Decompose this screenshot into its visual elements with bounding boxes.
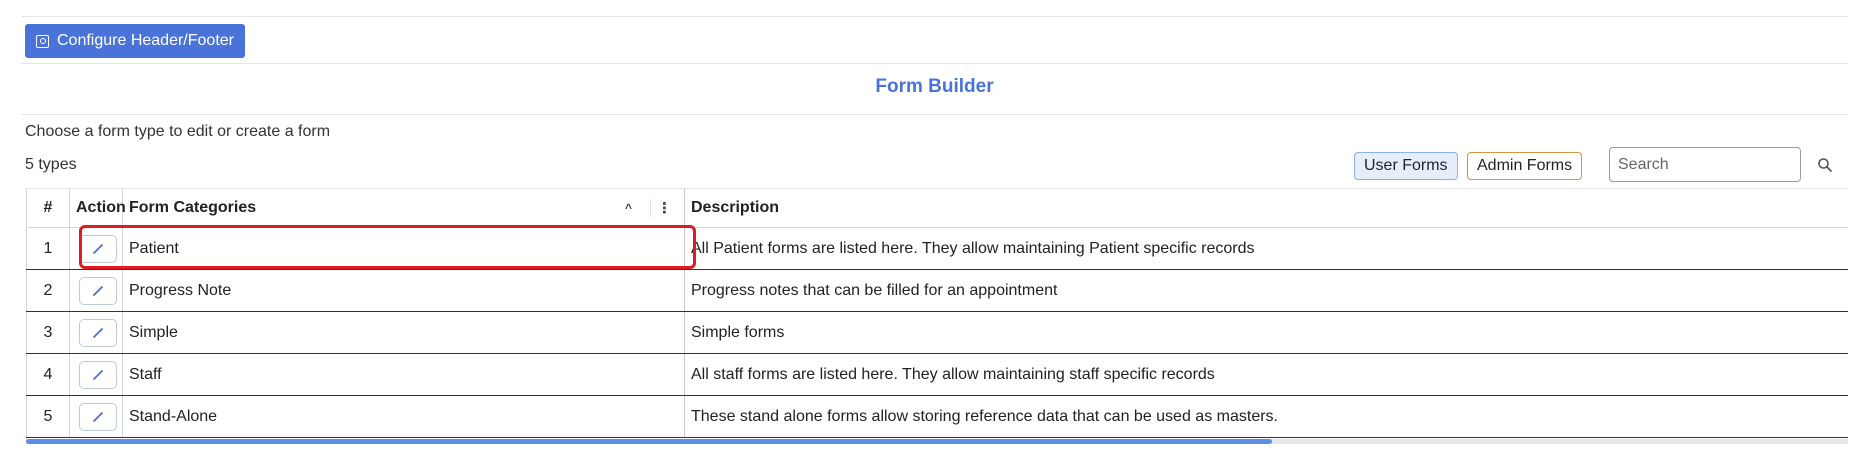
row-number: 4 (26, 353, 70, 396)
horizontal-scrollbar-thumb[interactable] (26, 439, 1272, 444)
row-action-cell (69, 395, 123, 438)
page-title: Form Builder (875, 76, 994, 97)
title-divider-bottom (21, 114, 1848, 115)
column-header-categories[interactable]: Form Categories ^ ⋮ (122, 188, 685, 228)
table-row: 5 Stand-Alone These stand alone forms al… (26, 395, 1848, 438)
pencil-icon (93, 369, 103, 380)
row-number: 3 (26, 311, 70, 354)
search-input[interactable] (1609, 147, 1801, 182)
row-category[interactable]: Staff (122, 353, 685, 396)
chevron-up-icon[interactable]: ^ (625, 201, 632, 215)
row-action-cell (69, 311, 123, 354)
row-action-cell (69, 227, 123, 270)
row-action-cell (69, 353, 123, 396)
column-header-number: # (26, 188, 70, 228)
pencil-icon (93, 411, 103, 422)
row-category[interactable]: Simple (122, 311, 685, 354)
search-icon[interactable] (1816, 156, 1834, 174)
form-builder-page: Configure Header/Footer Form Builder Cho… (0, 0, 1869, 465)
title-divider-top (21, 63, 1848, 64)
row-description: All staff forms are listed here. They al… (684, 353, 1848, 396)
row-description: Simple forms (684, 311, 1848, 354)
edit-button[interactable] (79, 360, 117, 389)
pencil-icon (93, 243, 103, 254)
pencil-icon (93, 285, 103, 296)
kebab-menu-icon[interactable]: ⋮ (650, 199, 678, 217)
configure-header-footer-button[interactable]: Configure Header/Footer (25, 24, 245, 58)
table-row: 1 Patient All Patient forms are listed h… (26, 227, 1848, 270)
types-count: 5 types (25, 156, 77, 173)
edit-button[interactable] (79, 402, 117, 431)
configure-header-footer-label: Configure Header/Footer (57, 32, 234, 49)
edit-button[interactable] (79, 318, 117, 347)
row-number: 2 (26, 269, 70, 312)
table-row: 2 Progress Note Progress notes that can … (26, 269, 1848, 312)
top-divider (21, 16, 1848, 17)
column-header-description: Description (684, 188, 1848, 228)
edit-button[interactable] (79, 234, 117, 263)
column-header-categories-label: Form Categories (129, 199, 257, 216)
row-description: Progress notes that can be filled for an… (684, 269, 1848, 312)
row-description: All Patient forms are listed here. They … (684, 227, 1848, 270)
table-header-row: # Action Form Categories ^ ⋮ Description (26, 188, 1848, 228)
table-row: 3 Simple Simple forms (26, 311, 1848, 354)
page-subtitle: Choose a form type to edit or create a f… (25, 123, 331, 140)
edit-button[interactable] (79, 276, 117, 305)
row-category[interactable]: Patient (122, 227, 685, 270)
column-header-action: Action (69, 188, 126, 228)
row-action-cell (69, 269, 123, 312)
user-forms-filter-chip[interactable]: User Forms (1354, 152, 1458, 180)
row-number: 5 (26, 395, 70, 438)
admin-forms-filter-chip[interactable]: Admin Forms (1467, 152, 1583, 180)
settings-box-icon (36, 34, 49, 48)
pencil-icon (93, 327, 103, 338)
row-number: 1 (26, 227, 70, 270)
table-row: 4 Staff All staff forms are listed here.… (26, 353, 1848, 396)
row-category[interactable]: Stand-Alone (122, 395, 685, 438)
row-description: These stand alone forms allow storing re… (684, 395, 1848, 438)
row-category[interactable]: Progress Note (122, 269, 685, 312)
form-categories-table: # Action Form Categories ^ ⋮ Description… (26, 188, 1848, 438)
